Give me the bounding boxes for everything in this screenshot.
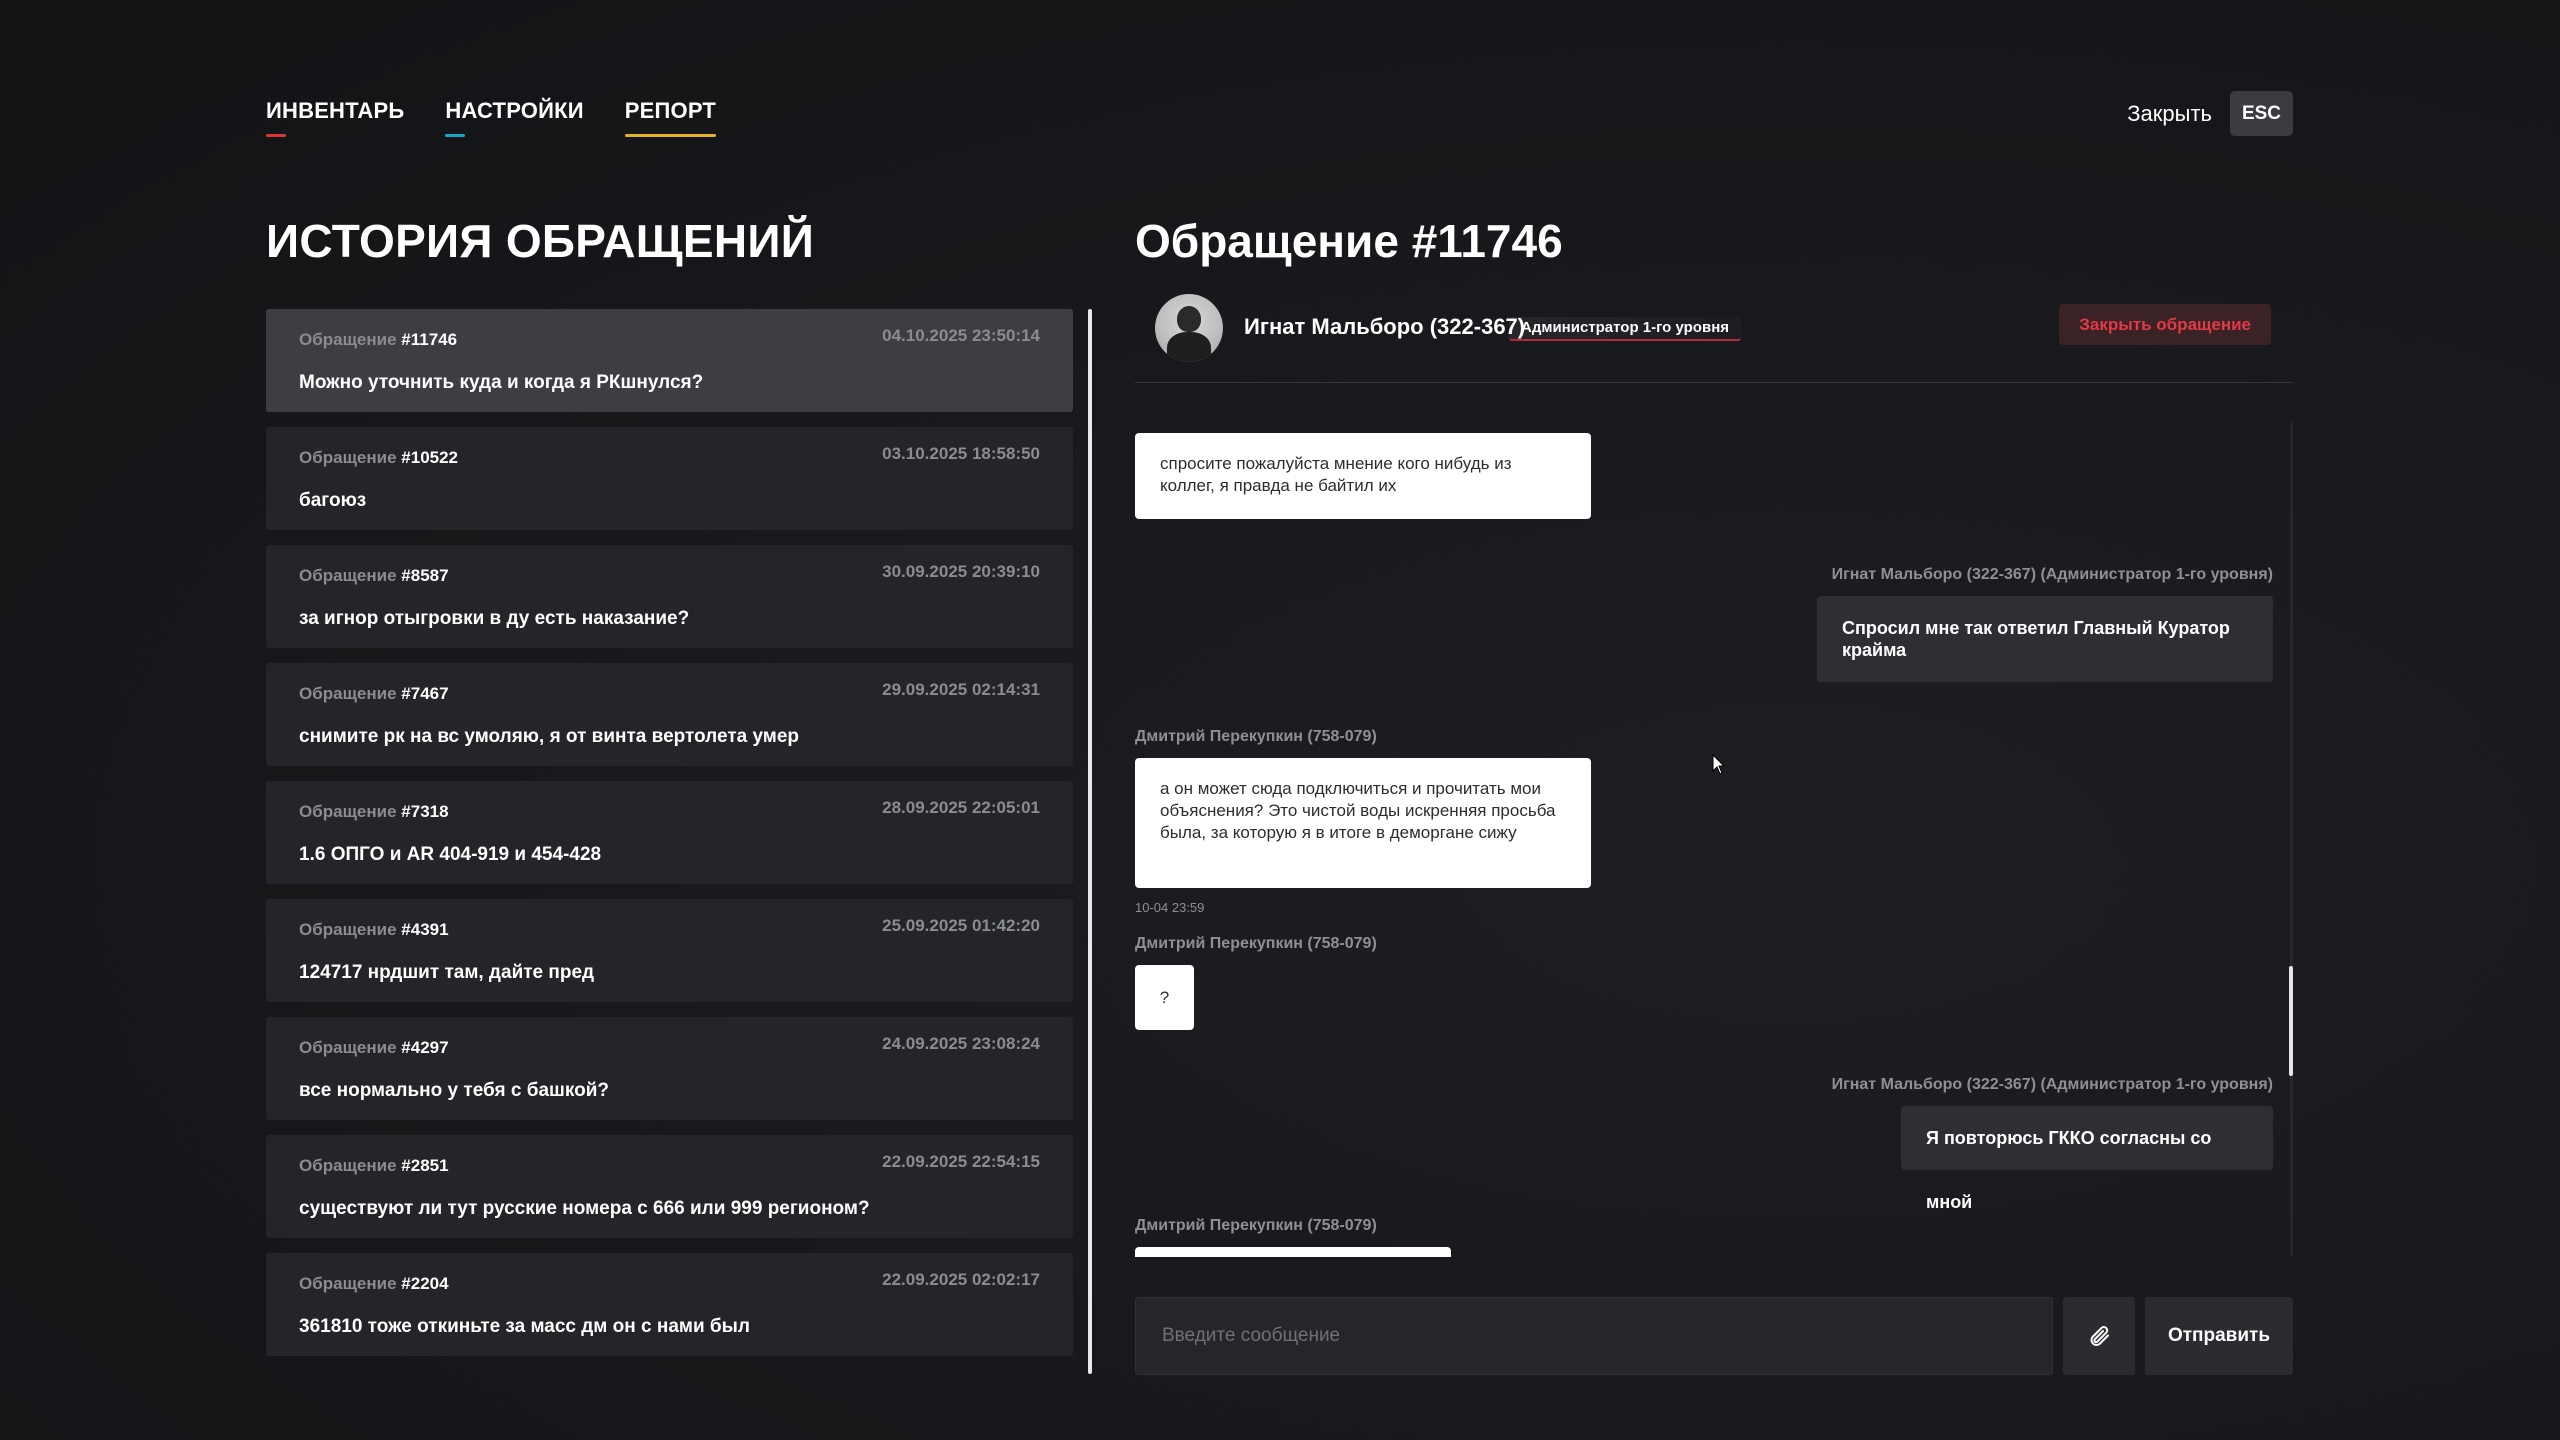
ticket-list-scrollbar[interactable] [1088, 309, 1092, 1374]
mouse-cursor-icon [1712, 754, 1726, 775]
request-title: Обращение #11746 [1135, 215, 1563, 267]
message-bubble: Спросил мне так ответил Главный Куратор … [1817, 596, 2273, 682]
ticket-prefix: Обращение [299, 566, 397, 585]
chat-scrollbar-thumb[interactable] [2289, 966, 2293, 1076]
ticket-item[interactable]: Обращение #4391 25.09.2025 01:42:20 124717… [266, 899, 1073, 1002]
ticket-label: Обращение #4391 [299, 920, 449, 940]
message-sender: Дмитрий Перекупкин (758-079) [1135, 1217, 1377, 1234]
ticket-date: 28.09.2025 22:05:01 [882, 798, 1040, 817]
ticket-subject: снимите рк на вс умоляю, я от винта верт… [299, 726, 800, 747]
ticket-item[interactable]: Обращение #10522 03.10.2025 18:58:50 багою… [266, 427, 1073, 530]
tab-report[interactable]: РЕПОРТ [624, 98, 717, 137]
ticket-date: 04.10.2025 23:50:14 [882, 326, 1040, 345]
request-header: Игнат Мальборо (322-367) Администратор 1… [1135, 290, 2293, 383]
ticket-number: #4391 [401, 920, 449, 939]
paperclip-icon [2090, 1326, 2109, 1346]
ticket-number: #10522 [401, 448, 459, 467]
ticket-subject: существуют ли тут русские номера с 666 и… [299, 1198, 870, 1219]
ticket-subject: багоюз [299, 490, 367, 511]
ticket-label: Обращение #7318 [299, 802, 449, 822]
ticket-subject: 361810 тоже откиньте за масс дм он с нам… [299, 1316, 750, 1337]
ticket-number: #7318 [401, 802, 449, 821]
message-input[interactable] [1135, 1297, 2053, 1375]
message-bubble: а он может сюда подключиться и прочитать… [1135, 758, 1591, 888]
tab-settings-indicator [445, 134, 466, 137]
close-request-button[interactable]: Закрыть обращение [2059, 304, 2271, 345]
ticket-label: Обращение #2851 [299, 1156, 449, 1176]
tab-settings-label: НАСТРОЙКИ [445, 98, 584, 123]
ticket-label: Обращение #2204 [299, 1274, 449, 1294]
ticket-prefix: Обращение [299, 448, 397, 467]
ticket-subject: Можно уточнить куда и когда я РКшнулся? [299, 372, 704, 393]
ticket-prefix: Обращение [299, 802, 397, 821]
admin-name: Игнат Мальборо (322-367) [1244, 314, 1526, 339]
ticket-date: 22.09.2025 22:54:15 [882, 1152, 1040, 1171]
ticket-prefix: Обращение [299, 1156, 397, 1175]
tab-inventory-indicator [266, 134, 286, 137]
ticket-number: #4297 [401, 1038, 449, 1057]
message-bubble: спросите пожалуйста мнение кого нибудь и… [1135, 433, 1591, 519]
message-time: 10-04 23:59 [1135, 900, 1205, 915]
ticket-item[interactable]: Обращение #7318 28.09.2025 22:05:01 1.6 ОП… [266, 781, 1073, 884]
ticket-item[interactable]: Обращение #8587 30.09.2025 20:39:10 за игн… [266, 545, 1073, 648]
ticket-subject: за игнор отыгровки в ду есть наказание? [299, 608, 690, 629]
chat-scrollbar-track[interactable] [2290, 423, 2293, 1256]
close-panel: Закрыть ESC [2127, 91, 2293, 136]
history-title: ИСТОРИЯ ОБРАЩЕНИЙ [266, 215, 815, 267]
ticket-item[interactable]: Обращение #2851 22.09.2025 22:54:15 сущест… [266, 1135, 1073, 1238]
ticket-number: #2204 [401, 1274, 449, 1293]
attach-button[interactable] [2063, 1297, 2135, 1375]
tab-report-indicator [624, 134, 717, 137]
ticket-prefix: Обращение [299, 330, 397, 349]
message-sender: Игнат Мальборо (322-367) (Администратор … [1831, 566, 2273, 583]
tab-inventory-label: ИНВЕНТАРЬ [266, 98, 405, 123]
ticket-label: Обращение #11746 [299, 330, 457, 350]
ticket-number: #11746 [401, 330, 458, 349]
ticket-number: #8587 [401, 566, 449, 585]
ticket-label: Обращение #7467 [299, 684, 449, 704]
close-button[interactable]: Закрыть [2127, 101, 2212, 127]
ticket-item[interactable]: Обращение #11746 04.10.2025 23:50:14 Можно… [266, 309, 1073, 412]
chat-messages[interactable]: спросите пожалуйста мнение кого нибудь и… [1135, 420, 2293, 1257]
ticket-item[interactable]: Обращение #2204 22.09.2025 02:02:17 361810… [266, 1253, 1073, 1356]
ticket-date: 22.09.2025 02:02:17 [882, 1270, 1040, 1289]
ticket-list: Обращение #11746 04.10.2025 23:50:14 Можно… [266, 309, 1073, 1374]
send-button[interactable]: Отправить [2145, 1297, 2293, 1375]
ticket-prefix: Обращение [299, 1038, 397, 1057]
ticket-date: 25.09.2025 01:42:20 [882, 916, 1040, 935]
ticket-number: #7467 [401, 684, 449, 703]
ticket-item[interactable]: Обращение #7467 29.09.2025 02:14:31 снимит… [266, 663, 1073, 766]
message-sender: Дмитрий Перекупкин (758-079) [1135, 935, 1377, 952]
ticket-prefix: Обращение [299, 684, 397, 703]
ticket-prefix: Обращение [299, 920, 397, 939]
ticket-subject: все нормально у тебя с башкой? [299, 1080, 609, 1101]
ticket-label: Обращение #10522 [299, 448, 458, 468]
admin-role-badge: Администратор 1-го уровня [1509, 317, 1742, 341]
message-bubble [1135, 1247, 1451, 1257]
ticket-label: Обращение #8587 [299, 566, 449, 586]
tab-settings[interactable]: НАСТРОЙКИ [445, 98, 584, 137]
ticket-prefix: Обращение [299, 1274, 397, 1293]
ticket-date: 03.10.2025 18:58:50 [882, 444, 1040, 463]
avatar [1155, 294, 1223, 362]
ticket-date: 24.09.2025 23:08:24 [882, 1034, 1040, 1053]
message-bubble: ? [1135, 965, 1194, 1030]
tab-inventory[interactable]: ИНВЕНТАРЬ [266, 98, 405, 137]
message-bubble: Я повторюсь ГККО согласны со мной [1901, 1106, 2273, 1212]
message-sender: Дмитрий Перекупкин (758-079) [1135, 728, 1377, 745]
tab-report-label: РЕПОРТ [624, 98, 717, 123]
ticket-label: Обращение #4297 [299, 1038, 449, 1058]
ticket-subject: 1.6 ОПГО и AR 404-919 и 454-428 [299, 844, 602, 865]
ticket-date: 29.09.2025 02:14:31 [882, 680, 1040, 699]
ticket-number: #2851 [401, 1156, 449, 1175]
ticket-date: 30.09.2025 20:39:10 [882, 562, 1040, 581]
top-nav: ИНВЕНТАРЬ НАСТРОЙКИ РЕПОРТ [266, 98, 757, 137]
ticket-subject: 124717 нрдшит там, дайте пред [299, 962, 595, 983]
ticket-item[interactable]: Обращение #4297 24.09.2025 23:08:24 все но… [266, 1017, 1073, 1120]
esc-key-button[interactable]: ESC [2230, 91, 2293, 136]
message-sender: Игнат Мальборо (322-367) (Администратор … [1831, 1076, 2273, 1093]
